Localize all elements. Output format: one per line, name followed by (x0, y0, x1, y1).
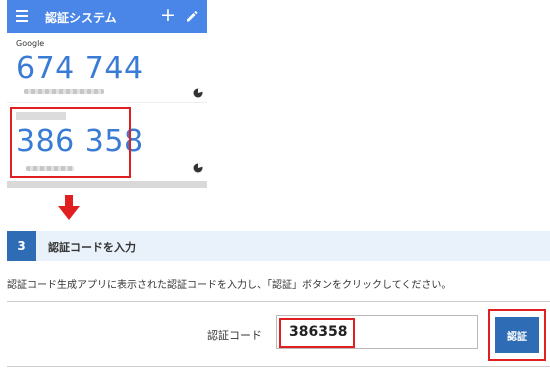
highlight-box-input (279, 318, 355, 348)
app-bar: 認証システム + (7, 0, 207, 33)
divider (7, 366, 550, 367)
step-header: 3 認証コードを入力 (7, 231, 550, 261)
divider (7, 102, 207, 103)
step-title: 認証コードを入力 (48, 241, 136, 254)
divider (7, 301, 550, 302)
otp-code: 674 744 (16, 51, 144, 86)
instruction-text: 認証コード生成アプリに表示された認証コードを入力し、「認証」ボタンをクリックして… (7, 280, 452, 291)
add-icon[interactable]: + (160, 4, 176, 26)
highlight-box-button (488, 309, 546, 361)
timer-icon (193, 163, 203, 173)
menu-icon[interactable] (16, 10, 28, 22)
step-number: 3 (7, 231, 36, 261)
account-label: Google (16, 39, 45, 48)
app-title: 認証システム (45, 11, 117, 25)
account-username-redacted (24, 89, 104, 94)
timer-icon (193, 88, 203, 98)
highlight-box-code (10, 107, 131, 178)
auth-code-label: 認証コード (207, 329, 262, 342)
down-arrow-icon (58, 195, 80, 220)
list-bottom-strip (7, 181, 207, 188)
edit-icon[interactable] (185, 9, 199, 23)
